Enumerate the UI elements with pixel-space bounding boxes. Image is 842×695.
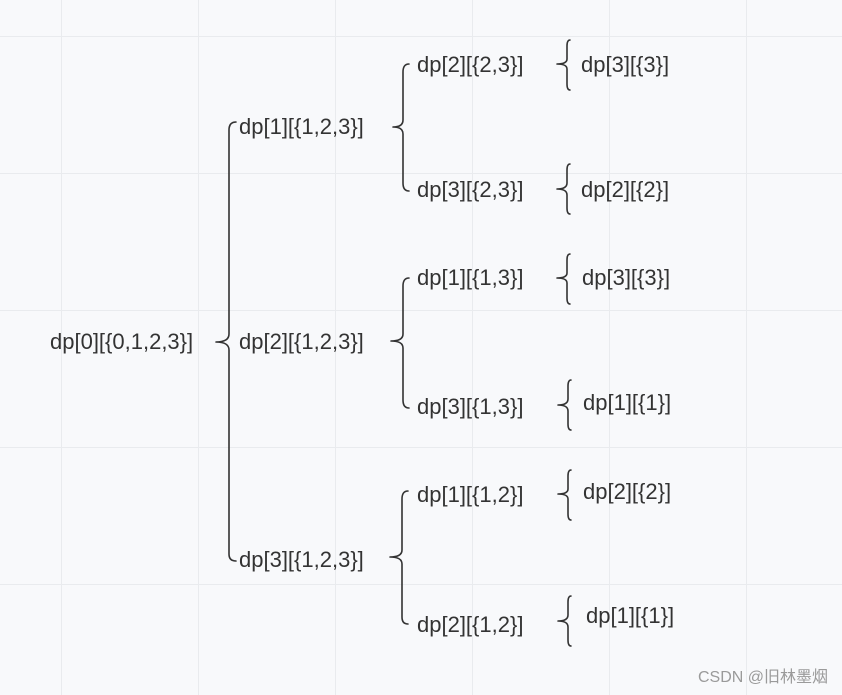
- node-l3-b1: dp[3][{3}]: [582, 265, 671, 290]
- node-l3-a1: dp[3][{3}]: [581, 52, 670, 77]
- brace-l1-c: [389, 490, 409, 625]
- brace-l2-c1: [557, 469, 572, 521]
- node-l2-b2: dp[3][{1,3}]: [417, 394, 524, 419]
- brace-l1-b: [390, 277, 410, 409]
- node-l1-c: dp[3][{1,2,3}]: [239, 547, 364, 572]
- diagram-canvas: dp[0][{0,1,2,3}] dp[1][{1,2,3}] dp[2][{1…: [0, 0, 842, 695]
- node-l3-b2: dp[1][{1}]: [583, 390, 672, 415]
- brace-l2-a2: [556, 163, 571, 215]
- brace-l1-a: [392, 63, 410, 192]
- node-l2-b1: dp[1][{1,3}]: [417, 265, 524, 290]
- brace-l2-c2: [557, 595, 572, 647]
- node-l2-c2: dp[2][{1,2}]: [417, 612, 524, 637]
- brace-root: [215, 121, 237, 562]
- watermark: CSDN @旧林墨烟: [697, 669, 828, 686]
- brace-l2-b2: [557, 379, 572, 431]
- node-l1-a: dp[1][{1,2,3}]: [239, 114, 364, 139]
- node-l1-b: dp[2][{1,2,3}]: [239, 329, 364, 354]
- brace-l2-b1: [556, 253, 571, 305]
- node-l2-c1: dp[1][{1,2}]: [417, 482, 524, 507]
- brace-l2-a1: [556, 39, 571, 91]
- node-root: dp[0][{0,1,2,3}]: [50, 329, 194, 354]
- node-l2-a2: dp[3][{2,3}]: [417, 177, 524, 202]
- node-l2-a1: dp[2][{2,3}]: [417, 52, 524, 77]
- node-l3-a2: dp[2][{2}]: [581, 177, 670, 202]
- node-l3-c1: dp[2][{2}]: [583, 479, 672, 504]
- node-l3-c2: dp[1][{1}]: [586, 603, 675, 628]
